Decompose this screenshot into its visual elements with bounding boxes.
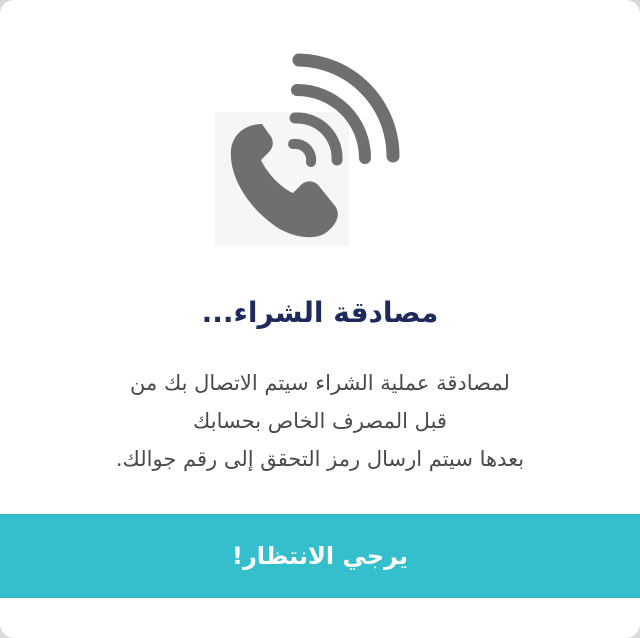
phone-ringing-icon [215, 36, 425, 250]
purchase-verification-dialog: مصادقة الشراء... لمصادقة عملية الشراء سي… [0, 0, 640, 638]
please-wait-bar: يرجي الانتظار! [0, 514, 640, 598]
message-line: قبل المصرف الخاص بحسابك [193, 409, 447, 433]
message-line: لمصادقة عملية الشراء سيتم الاتصال بك من [130, 371, 510, 395]
dialog-title: مصادقة الشراء... [201, 296, 439, 329]
dialog-message: لمصادقة عملية الشراء سيتم الاتصال بك من … [60, 364, 580, 478]
message-line: بعدها سيتم ارسال رمز التحقق إلى رقم جوال… [115, 447, 525, 471]
please-wait-label: يرجي الانتظار! [232, 542, 408, 570]
